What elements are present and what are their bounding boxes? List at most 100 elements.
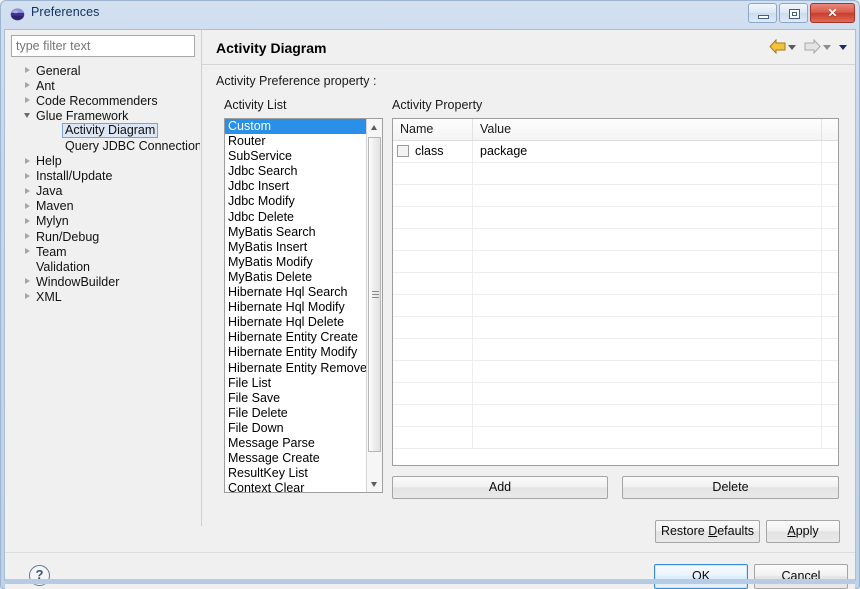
delete-button[interactable]: Delete (622, 476, 839, 499)
table-row-empty[interactable] (393, 427, 838, 449)
title-bar[interactable]: Preferences ✕ (0, 0, 860, 29)
activity-list-box[interactable]: Custom Router SubService Jdbc Search Jdbc In… (224, 118, 383, 493)
sidebar-item-general[interactable]: General (5, 63, 200, 78)
activity-list-item[interactable]: File Down (225, 421, 366, 436)
activity-list-item[interactable]: Hibernate Entity Modify (225, 345, 366, 360)
scroll-down-button[interactable] (367, 476, 382, 492)
chevron-right-icon[interactable] (25, 278, 30, 285)
sidebar-item-install-update[interactable]: Install/Update (5, 169, 200, 184)
cell-name[interactable]: class (393, 141, 473, 162)
chevron-down-icon[interactable] (24, 113, 30, 121)
table-row-empty[interactable] (393, 185, 838, 207)
activity-list-item[interactable]: File Save (225, 391, 366, 406)
sidebar-item-run-debug[interactable]: Run/Debug (5, 229, 200, 244)
chevron-right-icon[interactable] (25, 293, 30, 300)
activity-list-item[interactable]: MyBatis Modify (225, 255, 366, 270)
chevron-right-icon[interactable] (25, 187, 30, 194)
table-row-empty[interactable] (393, 229, 838, 251)
activity-list-item[interactable]: Jdbc Insert (225, 179, 366, 194)
table-row[interactable]: class package (393, 141, 838, 163)
activity-list-scrollbar[interactable] (366, 119, 382, 492)
sidebar-item-windowbuilder[interactable]: WindowBuilder (5, 274, 200, 289)
chevron-right-icon[interactable] (25, 82, 30, 89)
chevron-right-icon[interactable] (25, 67, 30, 73)
chevron-right-icon[interactable] (25, 202, 30, 209)
restore-defaults-button[interactable]: Restore Defaults (655, 520, 760, 543)
ok-button[interactable]: OK (654, 564, 748, 589)
activity-property-table[interactable]: Name Value class package (392, 118, 839, 466)
cell-empty (822, 405, 838, 426)
chevron-right-icon[interactable] (25, 97, 30, 104)
maximize-button[interactable] (779, 3, 808, 23)
activity-list-item[interactable]: ResultKey List (225, 466, 366, 481)
activity-list-item[interactable]: File List (225, 376, 366, 391)
table-row-empty[interactable] (393, 339, 838, 361)
sidebar-item-query-jdbc-connection[interactable]: Query JDBC Connection (5, 138, 200, 153)
cancel-button[interactable]: Cancel (754, 564, 848, 589)
cell-empty (393, 251, 473, 272)
add-button[interactable]: Add (392, 476, 608, 499)
sidebar-item-help[interactable]: Help (5, 154, 200, 169)
filter-input[interactable] (11, 35, 195, 57)
sidebar-item-ant[interactable]: Ant (5, 78, 200, 93)
cell-empty (393, 273, 473, 294)
sidebar-item-maven[interactable]: Maven (5, 199, 200, 214)
cell-value[interactable]: package (473, 141, 822, 162)
scroll-up-button[interactable] (367, 119, 382, 135)
sidebar-item-code-recommenders[interactable]: Code Recommenders (5, 93, 200, 108)
chevron-right-icon[interactable] (25, 233, 30, 240)
minimize-button[interactable] (748, 3, 777, 23)
activity-list-item[interactable]: Hibernate Entity Create (225, 330, 366, 345)
table-row-empty[interactable] (393, 273, 838, 295)
view-menu-dropdown-icon[interactable] (839, 45, 847, 50)
activity-list-item[interactable]: MyBatis Delete (225, 270, 366, 285)
chevron-right-icon[interactable] (25, 217, 30, 224)
table-row-empty[interactable] (393, 163, 838, 185)
back-dropdown-icon[interactable] (788, 45, 796, 50)
close-button[interactable]: ✕ (810, 3, 855, 23)
table-row-empty[interactable] (393, 207, 838, 229)
sidebar-item-validation[interactable]: Validation (5, 259, 200, 274)
chevron-right-icon[interactable] (25, 157, 30, 164)
table-row-empty[interactable] (393, 295, 838, 317)
activity-list-item[interactable]: File Delete (225, 406, 366, 421)
back-arrow-icon[interactable] (769, 39, 786, 54)
activity-list-item[interactable]: Hibernate Hql Search (225, 285, 366, 300)
activity-list-item[interactable]: MyBatis Insert (225, 240, 366, 255)
activity-list-item[interactable]: Jdbc Modify (225, 194, 366, 209)
activity-list-item[interactable]: Message Create (225, 451, 366, 466)
activity-list-item[interactable]: SubService (225, 149, 366, 164)
sidebar-item-label: Code Recommenders (36, 93, 158, 108)
preferences-tree[interactable]: General Ant Code Recommenders Glue Framewor… (5, 63, 200, 523)
activity-list-item[interactable]: Jdbc Delete (225, 210, 366, 225)
scrollbar-thumb[interactable] (368, 137, 381, 452)
column-header-extra[interactable] (822, 119, 838, 140)
activity-list-item[interactable]: Context Clear (225, 481, 366, 492)
row-checkbox[interactable] (397, 145, 409, 157)
chevron-right-icon[interactable] (25, 172, 30, 179)
chevron-right-icon[interactable] (25, 248, 30, 255)
table-row-empty[interactable] (393, 383, 838, 405)
table-row-empty[interactable] (393, 361, 838, 383)
activity-list-item[interactable]: Message Parse (225, 436, 366, 451)
sidebar-item-mylyn[interactable]: Mylyn (5, 214, 200, 229)
activity-list-item[interactable]: Hibernate Entity Remove (225, 361, 366, 376)
apply-button[interactable]: Apply (766, 520, 840, 543)
sidebar-item-xml[interactable]: XML (5, 289, 200, 304)
activity-list-items[interactable]: Custom Router SubService Jdbc Search Jdbc In… (225, 119, 366, 492)
column-header-name[interactable]: Name (393, 119, 473, 140)
sidebar-item-team[interactable]: Team (5, 244, 200, 259)
activity-list-item[interactable]: Jdbc Search (225, 164, 366, 179)
sidebar-item-glue-framework[interactable]: Glue Framework (5, 108, 200, 123)
activity-list-item[interactable]: Hibernate Hql Delete (225, 315, 366, 330)
activity-list-item[interactable]: Router (225, 134, 366, 149)
sidebar-item-java[interactable]: Java (5, 184, 200, 199)
activity-list-item[interactable]: MyBatis Search (225, 225, 366, 240)
activity-list-item[interactable]: Custom (225, 119, 366, 135)
table-row-empty[interactable] (393, 317, 838, 339)
table-row-empty[interactable] (393, 251, 838, 273)
table-row-empty[interactable] (393, 405, 838, 427)
activity-list-item[interactable]: Hibernate Hql Modify (225, 300, 366, 315)
column-header-value[interactable]: Value (473, 119, 822, 140)
sidebar-item-activity-diagram[interactable]: Activity Diagram (5, 123, 200, 139)
